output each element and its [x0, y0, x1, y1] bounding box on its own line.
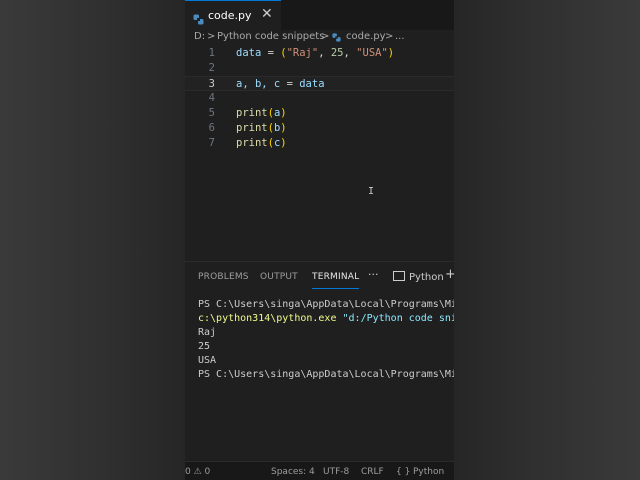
- code-text: print(b): [236, 121, 287, 136]
- tab-code-py[interactable]: code.py ✕: [185, 0, 281, 30]
- line-number: 2: [208, 62, 215, 74]
- python-file-icon: [193, 10, 204, 29]
- line-number: 1: [208, 47, 215, 59]
- line-number: 3: [208, 78, 215, 90]
- terminal-command: c:\python314\python.exe: [198, 313, 337, 324]
- status-bar: 0 ⚠ 0 Spaces: 4 UTF-8 CRLF { } Python: [185, 461, 454, 480]
- token-function: print: [236, 107, 268, 119]
- code-line: 4: [185, 91, 454, 106]
- code-line-current: 3 a, b, c = data: [185, 76, 454, 91]
- terminal-icon: [393, 271, 405, 281]
- new-terminal-icon[interactable]: +: [445, 267, 454, 282]
- tab-problems[interactable]: PROBLEMS: [198, 272, 249, 282]
- breadcrumb-drive[interactable]: D:: [194, 31, 205, 42]
- code-line: 5 print(a): [185, 106, 454, 121]
- right-backdrop: [454, 0, 640, 480]
- token-operator: =: [280, 78, 300, 90]
- more-actions-icon[interactable]: ···: [368, 268, 379, 281]
- chevron-right-icon: >: [207, 31, 216, 42]
- line-number: 6: [208, 122, 215, 134]
- token-string: "USA": [356, 47, 388, 59]
- token-paren: ): [280, 137, 287, 149]
- token-paren: ): [280, 122, 287, 134]
- terminal-prompt: PS C:\Users\singa\AppData\Local\Programs…: [198, 299, 454, 310]
- token-comma: ,: [343, 47, 357, 59]
- token-paren: ): [387, 47, 395, 59]
- terminal-output-line: USA: [198, 355, 217, 366]
- code-line: 1 data = ("Raj", 25, "USA"): [185, 46, 454, 61]
- code-text: a, b, c = data: [236, 77, 325, 92]
- terminal-prompt: PS C:\Users\singa\AppData\Local\Programs…: [198, 369, 454, 380]
- terminal-output-line: 25: [198, 341, 211, 352]
- token-comma: ,: [318, 47, 331, 59]
- line-number: 4: [208, 92, 215, 104]
- terminal-command-arg: "d:/Python code snip: [336, 313, 455, 324]
- status-problems[interactable]: 0 ⚠ 0: [185, 467, 210, 477]
- line-number: 7: [208, 137, 215, 149]
- token-variable: data: [236, 47, 262, 59]
- token-variable: data: [299, 78, 325, 90]
- status-encoding[interactable]: UTF-8: [323, 467, 349, 477]
- bottom-panel: PROBLEMS OUTPUT TERMINAL ··· Python + PS…: [185, 261, 454, 462]
- text-cursor-icon: I: [368, 186, 375, 197]
- chevron-right-icon: >: [385, 31, 394, 42]
- braces-icon[interactable]: { }: [396, 467, 410, 477]
- terminal-shell-selector[interactable]: Python: [393, 271, 444, 283]
- breadcrumb-folder[interactable]: Python code snippets: [217, 31, 324, 42]
- breadcrumb-file[interactable]: code.py: [346, 31, 386, 42]
- code-text: data = ("Raj", 25, "USA"): [236, 46, 394, 61]
- python-file-icon: [332, 33, 341, 45]
- close-icon[interactable]: ✕: [261, 6, 273, 22]
- terminal-output-line: Raj: [198, 327, 217, 338]
- terminal-shell-label: Python: [409, 272, 444, 283]
- vscode-window: code.py ✕ D: > Python code snippets > co…: [185, 0, 454, 480]
- token-string: "Raj": [286, 47, 319, 59]
- code-line: 2: [185, 61, 454, 76]
- code-line: 6 print(b): [185, 121, 454, 136]
- editor-tab-bar: code.py ✕: [185, 0, 454, 30]
- token-function: print: [236, 137, 268, 149]
- status-language[interactable]: Python: [413, 467, 444, 477]
- token-operator: =: [261, 47, 281, 59]
- code-editor[interactable]: 1 data = ("Raj", 25, "USA") 2 3 a, b, c …: [185, 46, 454, 260]
- left-backdrop: [0, 0, 185, 480]
- terminal-output[interactable]: PS C:\Users\singa\AppData\Local\Programs…: [198, 298, 454, 382]
- token-function: print: [236, 122, 268, 134]
- line-number: 5: [208, 107, 215, 119]
- chevron-right-icon: >: [321, 31, 330, 42]
- status-eol[interactable]: CRLF: [361, 467, 384, 477]
- tab-output[interactable]: OUTPUT: [260, 272, 298, 282]
- code-text: print(a): [236, 106, 287, 121]
- breadcrumb: D: > Python code snippets > code.py > ..…: [185, 30, 454, 46]
- token-paren: ): [280, 107, 287, 119]
- code-text: print(c): [236, 136, 287, 151]
- tab-terminal[interactable]: TERMINAL: [312, 272, 360, 289]
- status-indentation[interactable]: Spaces: 4: [271, 467, 315, 477]
- token-number: 25: [330, 47, 344, 59]
- breadcrumb-more[interactable]: ...: [395, 31, 405, 42]
- code-line: 7 print(c): [185, 136, 454, 151]
- token-variables: a, b, c: [236, 78, 281, 90]
- tab-label: code.py: [208, 9, 252, 22]
